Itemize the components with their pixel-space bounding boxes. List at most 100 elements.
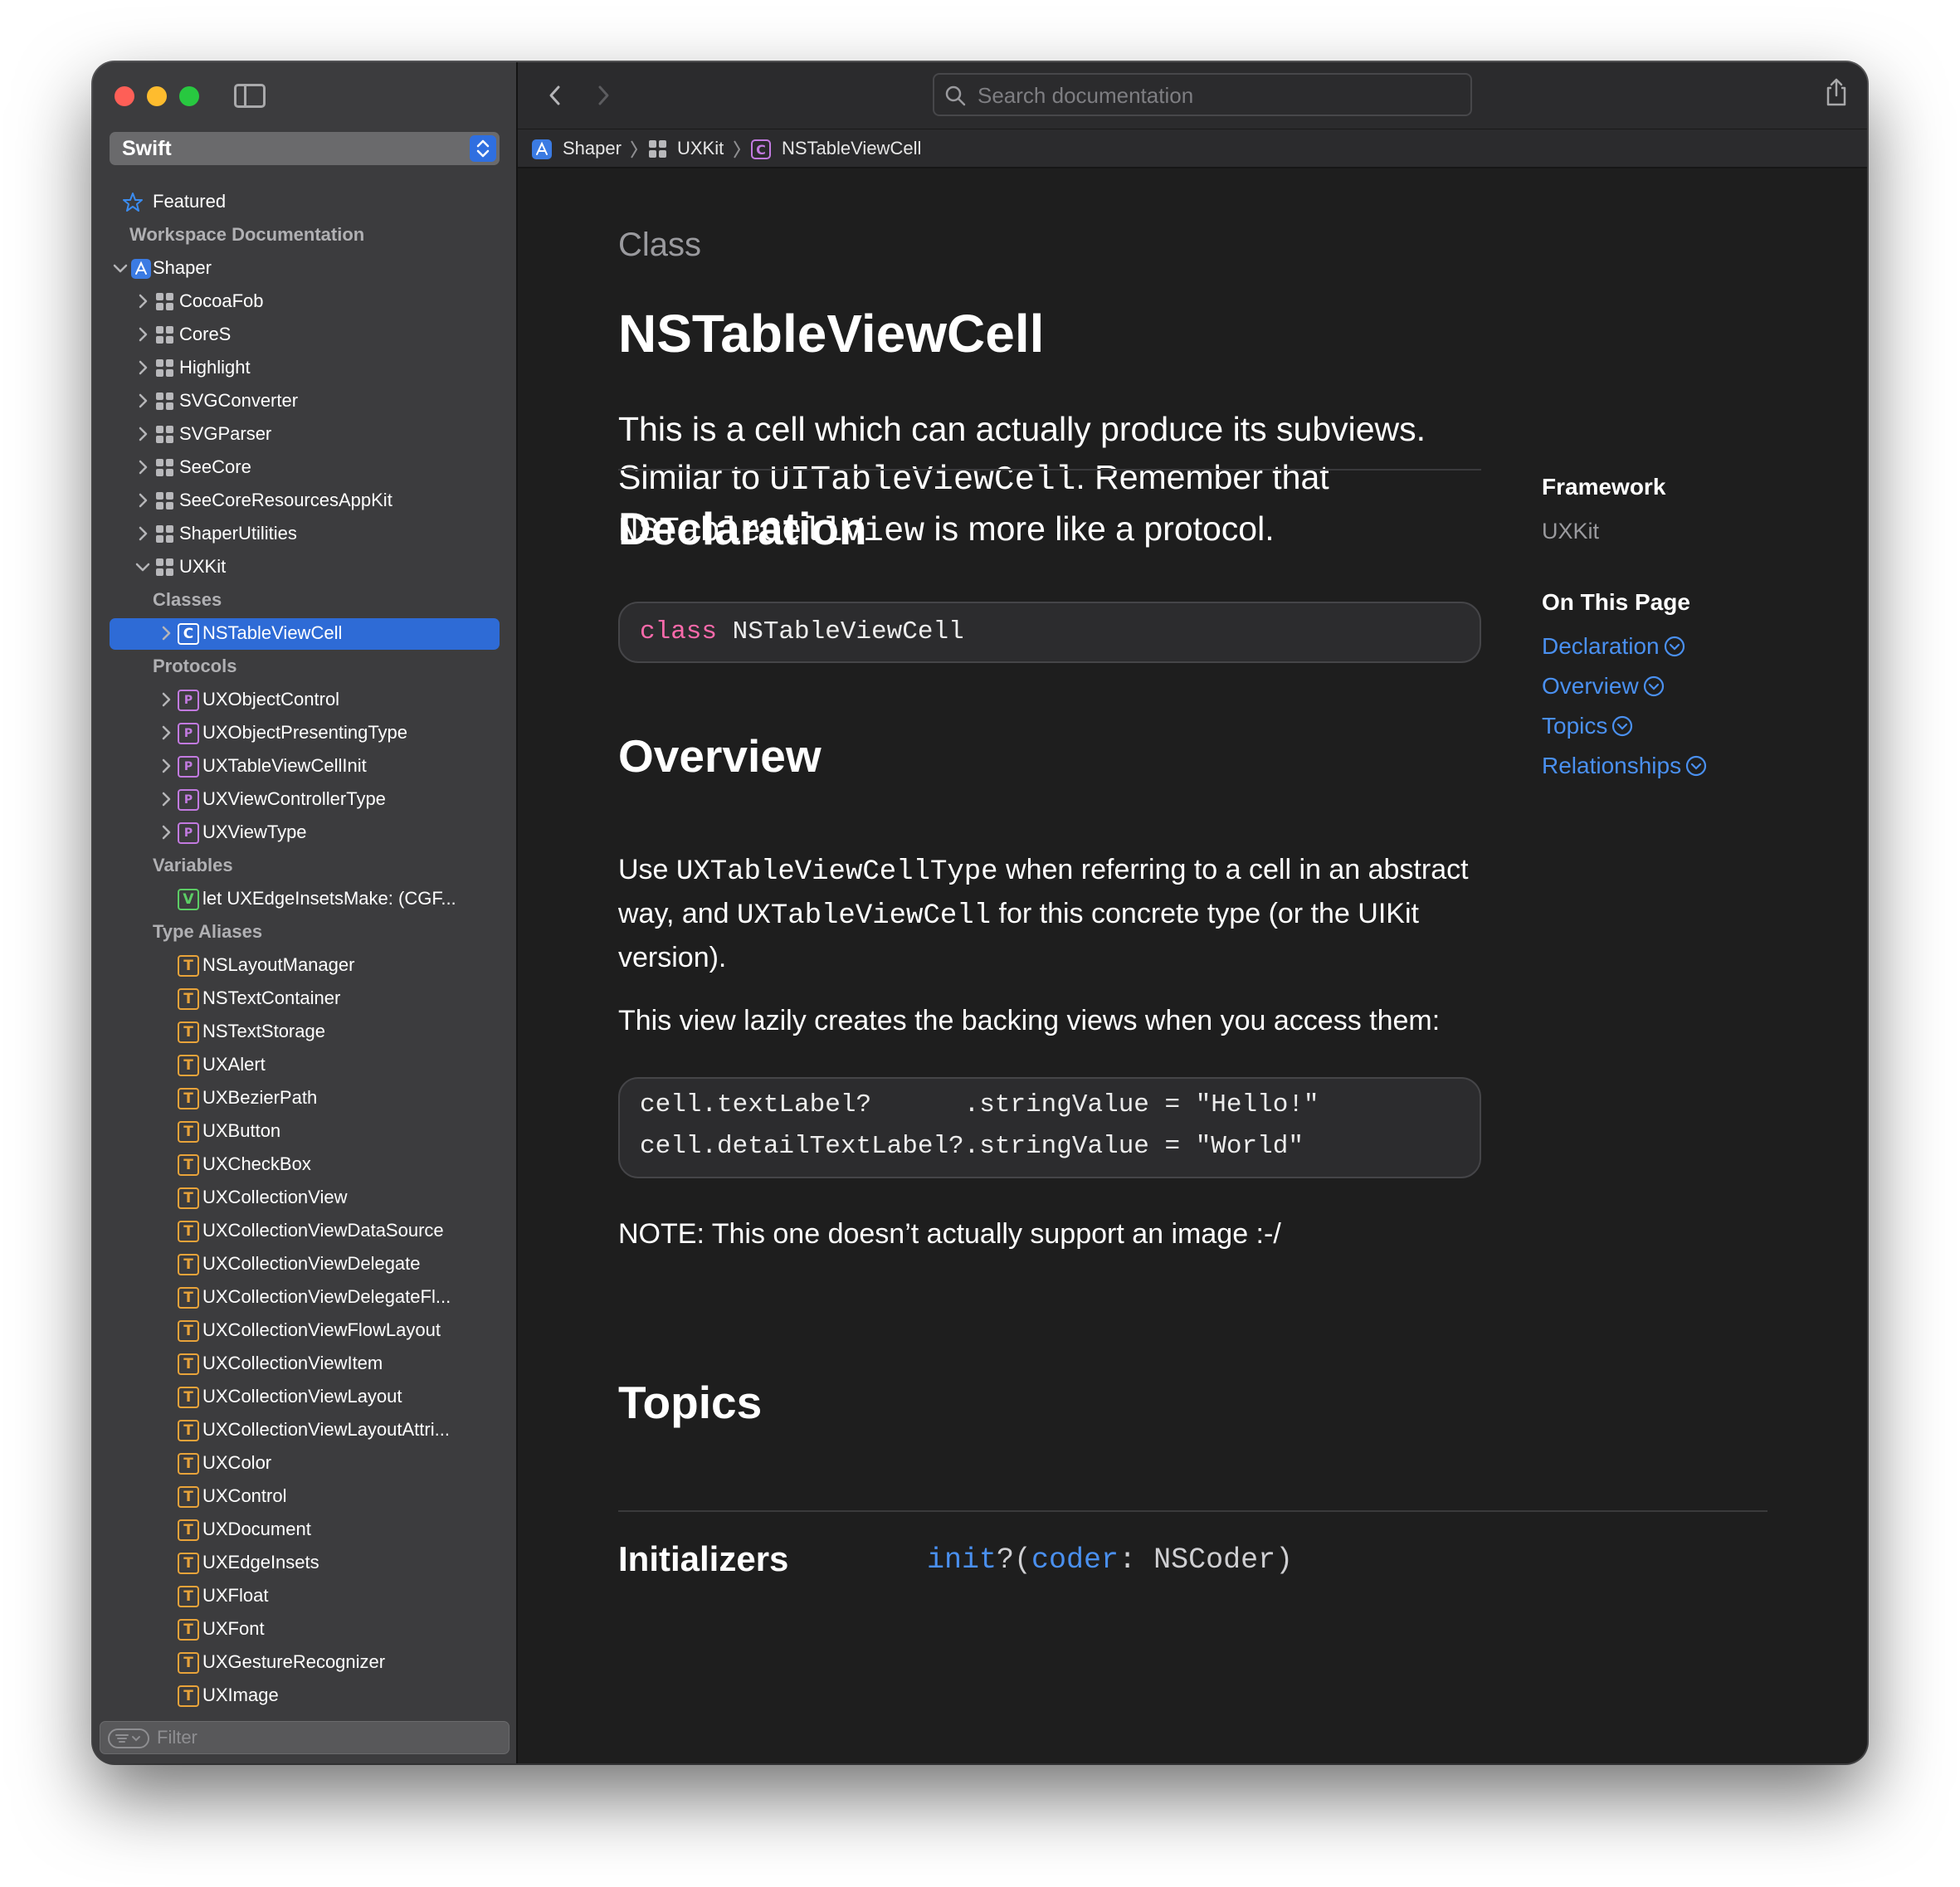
chevron-right-icon[interactable]	[134, 492, 151, 509]
sidebar-item-type-alias[interactable]: T NSLayoutManager	[110, 950, 500, 982]
on-this-page-overview[interactable]: Overview	[1542, 673, 1665, 700]
type-alias-icon: T	[178, 1187, 199, 1209]
sidebar-item-type-alias[interactable]: T NSTextStorage	[110, 1017, 500, 1048]
sidebar-item-type-alias[interactable]: T UXFloat	[110, 1581, 500, 1612]
chevron-down-icon[interactable]	[112, 260, 129, 276]
sidebar-item-type-alias[interactable]: T UXCheckBox	[110, 1149, 500, 1181]
divider	[618, 1510, 1767, 1512]
breadcrumb-item-shaper[interactable]: Shaper	[563, 138, 622, 159]
on-this-page-topics[interactable]: Topics	[1542, 713, 1634, 739]
sidebar-item-type-alias[interactable]: T UXAlert	[110, 1050, 500, 1081]
sidebar-item-module[interactable]: SeeCoreResourcesAppKit	[110, 485, 500, 517]
code-line: cell.detailTextLabel?.stringValue = "Wor…	[640, 1132, 1304, 1161]
chevron-right-icon[interactable]	[158, 791, 174, 807]
sidebar-item-module[interactable]: SeeCore	[110, 452, 500, 484]
sidebar-item-protocol[interactable]: P UXViewType	[110, 817, 500, 849]
language-select[interactable]: Swift	[110, 132, 500, 165]
breadcrumb-item-uxkit[interactable]: UXKit	[677, 138, 724, 159]
framework-heading: Framework	[1542, 474, 1666, 500]
sidebar-item-type-alias[interactable]: T UXCollectionViewLayout	[110, 1382, 500, 1413]
sidebar-item-type-alias[interactable]: T UXCollectionViewFlowLayout	[110, 1315, 500, 1347]
initializer-link[interactable]: init?(coder: NSCoder)	[927, 1543, 1293, 1577]
chevron-right-icon[interactable]	[134, 525, 151, 542]
sidebar-item-type-alias[interactable]: T UXDocument	[110, 1514, 500, 1546]
sidebar-item-protocol[interactable]: P UXObjectControl	[110, 685, 500, 716]
sidebar-item-class[interactable]: C NSTableViewCell	[110, 618, 500, 650]
sidebar-item-module[interactable]: CoreS	[110, 319, 500, 351]
sidebar-item-module[interactable]: ShaperUtilities	[110, 519, 500, 550]
filter-field[interactable]: Filter	[100, 1721, 510, 1754]
filter-options-icon[interactable]	[108, 1729, 149, 1748]
back-button[interactable]	[543, 81, 568, 110]
sidebar-item-type-alias[interactable]: T UXCollectionViewDataSource	[110, 1216, 500, 1247]
sidebar-item-type-alias[interactable]: T NSTextContainer	[110, 983, 500, 1015]
on-this-page-link-label: Declaration	[1542, 633, 1660, 659]
chevron-right-icon[interactable]	[134, 359, 151, 376]
chevron-right-icon[interactable]	[134, 326, 151, 343]
chevron-right-icon[interactable]	[158, 625, 174, 641]
chevron-right-icon[interactable]	[134, 393, 151, 409]
section-heading: Variables	[153, 855, 233, 875]
chevron-right-icon[interactable]	[134, 293, 151, 310]
divider	[618, 469, 1481, 471]
zoom-window-button[interactable]	[179, 86, 199, 106]
framework-value: UXKit	[1542, 519, 1600, 544]
type-alias-icon: T	[178, 1221, 199, 1242]
search-documentation-field[interactable]: Search documentation	[933, 73, 1472, 116]
sidebar-item-label: SVGConverter	[179, 390, 299, 411]
sidebar-item-featured[interactable]: Featured	[110, 187, 500, 218]
sidebar-item-module[interactable]: CocoaFob	[110, 286, 500, 318]
chevron-right-icon[interactable]	[134, 459, 151, 475]
sidebar-item-type-alias[interactable]: T UXGestureRecognizer	[110, 1647, 500, 1679]
sidebar-item-type-alias[interactable]: T UXCollectionView	[110, 1182, 500, 1214]
minimize-window-button[interactable]	[147, 86, 167, 106]
chevron-right-icon[interactable]	[158, 724, 174, 741]
sidebar-item-type-alias[interactable]: T UXCollectionViewItem	[110, 1348, 500, 1380]
class-icon: C	[178, 623, 199, 645]
share-button[interactable]	[1824, 77, 1849, 107]
sidebar-item-label: UXDocument	[202, 1519, 311, 1539]
variable-icon: V	[178, 889, 199, 910]
sidebar-item-type-alias[interactable]: T UXCollectionViewDelegateFl...	[110, 1282, 500, 1314]
sidebar-item-protocol[interactable]: P UXViewControllerType	[110, 784, 500, 816]
sidebar-item-shaper[interactable]: Shaper	[110, 253, 500, 285]
sidebar-item-type-alias[interactable]: T UXEdgeInsets	[110, 1548, 500, 1579]
sidebar-item-module[interactable]: Highlight	[110, 353, 500, 384]
sidebar-item-type-alias[interactable]: T UXCollectionViewDelegate	[110, 1249, 500, 1280]
framework-icon	[649, 140, 666, 158]
section-variables: Variables	[110, 851, 500, 882]
search-placeholder: Search documentation	[978, 83, 1194, 108]
chevron-down-icon[interactable]	[134, 558, 151, 575]
chevron-right-icon[interactable]	[158, 758, 174, 774]
forward-button[interactable]	[591, 81, 616, 110]
sidebar-item-type-alias[interactable]: T UXCollectionViewLayoutAttri...	[110, 1415, 500, 1446]
sidebar-item-protocol[interactable]: P UXObjectPresentingType	[110, 718, 500, 749]
chevron-right-icon[interactable]	[158, 691, 174, 708]
sidebar-item-label: UXEdgeInsets	[202, 1552, 319, 1572]
sidebar-item-type-alias[interactable]: T UXImage	[110, 1680, 500, 1712]
sidebar-toggle-icon[interactable]	[234, 84, 266, 108]
chevron-right-icon[interactable]	[134, 426, 151, 442]
documentation-content: Class NSTableViewCell This is a cell whi…	[518, 170, 1867, 1763]
sidebar-item-label: UXCollectionViewLayout	[202, 1386, 402, 1407]
type-alias-icon: T	[178, 1553, 199, 1574]
sidebar-item-module[interactable]: SVGConverter	[110, 386, 500, 417]
close-window-button[interactable]	[115, 86, 134, 106]
type-alias-icon: T	[178, 1685, 199, 1707]
sidebar-item-type-alias[interactable]: T UXButton	[110, 1116, 500, 1148]
sidebar-item-protocol[interactable]: P UXTableViewCellInit	[110, 751, 500, 783]
on-this-page-relationships[interactable]: Relationships	[1542, 753, 1708, 779]
sidebar-item-variable[interactable]: Vlet UXEdgeInsetsMake: (CGF...	[110, 884, 500, 915]
on-this-page-declaration[interactable]: Declaration	[1542, 633, 1686, 660]
sidebar-item-type-alias[interactable]: T UXColor	[110, 1448, 500, 1480]
sidebar-item-label: UXFloat	[202, 1585, 269, 1606]
breadcrumb-item-class[interactable]: NSTableViewCell	[782, 138, 921, 159]
sidebar-item-type-alias[interactable]: T UXFont	[110, 1614, 500, 1646]
sidebar-item-type-alias[interactable]: T UXBezierPath	[110, 1083, 500, 1114]
type-alias-icon: T	[178, 1586, 199, 1607]
sidebar-item-label: NSTextStorage	[202, 1021, 325, 1041]
sidebar-item-module[interactable]: UXKit	[110, 552, 500, 583]
sidebar-item-type-alias[interactable]: T UXControl	[110, 1481, 500, 1513]
sidebar-item-module[interactable]: SVGParser	[110, 419, 500, 451]
chevron-right-icon[interactable]	[158, 824, 174, 841]
